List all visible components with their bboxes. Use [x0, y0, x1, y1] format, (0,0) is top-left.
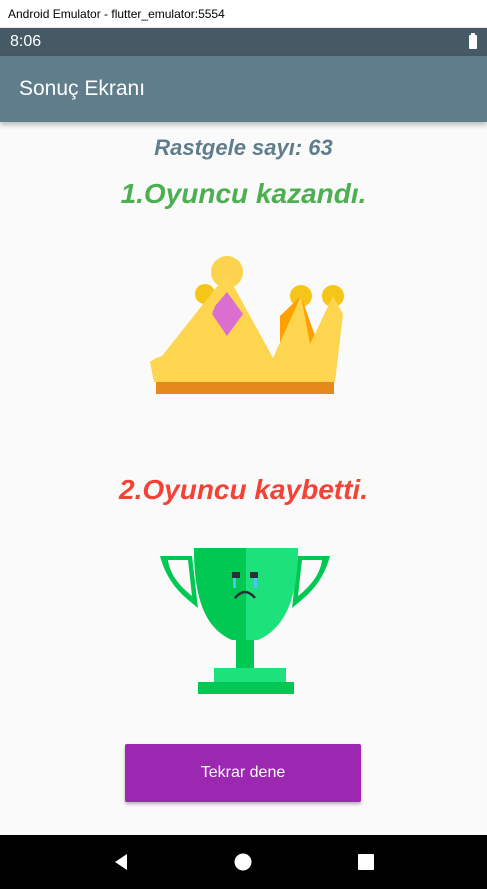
status-bar: 8:06: [0, 28, 487, 56]
result-screen: Rastgele sayı: 63 1.Oyuncu kazandı. 2.Oy…: [0, 122, 487, 835]
battery-icon: [469, 33, 477, 49]
sad-trophy-icon: [160, 548, 330, 694]
random-number-text: Rastgele sayı: 63: [154, 135, 333, 160]
back-icon[interactable]: [106, 847, 136, 877]
loser-text: 2.Oyuncu kaybetti.: [119, 474, 368, 505]
status-time: 8:06: [10, 33, 42, 50]
window-titlebar: Android Emulator - flutter_emulator:5554: [0, 0, 487, 28]
app-bar: Sonuç Ekranı: [0, 56, 487, 122]
recents-icon[interactable]: [351, 847, 381, 877]
retry-button[interactable]: Tekrar dene: [125, 744, 361, 802]
window-title: Android Emulator - flutter_emulator:5554: [8, 6, 225, 21]
app-bar-title: Sonuç Ekranı: [19, 77, 146, 100]
home-icon[interactable]: [228, 847, 258, 877]
winner-text: 1.Oyuncu kazandı.: [120, 178, 367, 209]
navigation-bar: [0, 835, 487, 889]
crown-icon: [150, 256, 344, 394]
